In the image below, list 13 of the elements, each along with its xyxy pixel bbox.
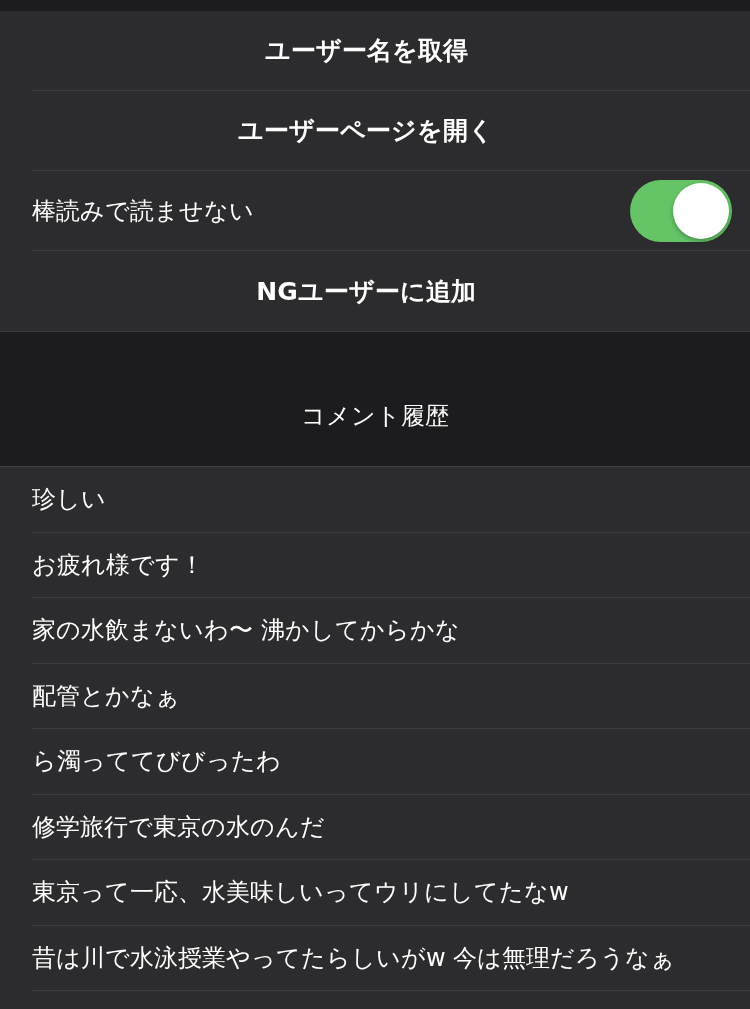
action-button[interactable]: NGユーザーに追加: [244, 266, 488, 316]
action-button[interactable]: ユーザー名を取得: [252, 26, 480, 75]
comment-text[interactable]: 家の水飲まないわ〜 沸かしてからかな: [32, 614, 460, 647]
comment-text[interactable]: 昔は川で水泳授業やってたらしいがw 今は無理だろうなぁ: [32, 941, 676, 974]
comment-text[interactable]: お疲れ様です！: [32, 548, 204, 581]
comment-text[interactable]: 珍しい: [32, 483, 106, 516]
toggle-label: 棒読みで読ませない: [32, 195, 254, 227]
comment-text[interactable]: ら濁っててびびったわ: [32, 745, 281, 778]
action-button[interactable]: ユーザーページを開く: [226, 106, 506, 155]
comment-text[interactable]: 修学旅行で東京の水のんだ: [32, 810, 325, 843]
section-header: コメント履歴: [301, 401, 449, 432]
comment-text[interactable]: 東京って一応、水美味しいってウリにしてたなw: [32, 876, 569, 909]
comment-text[interactable]: 配管とかなぁ: [32, 679, 180, 712]
